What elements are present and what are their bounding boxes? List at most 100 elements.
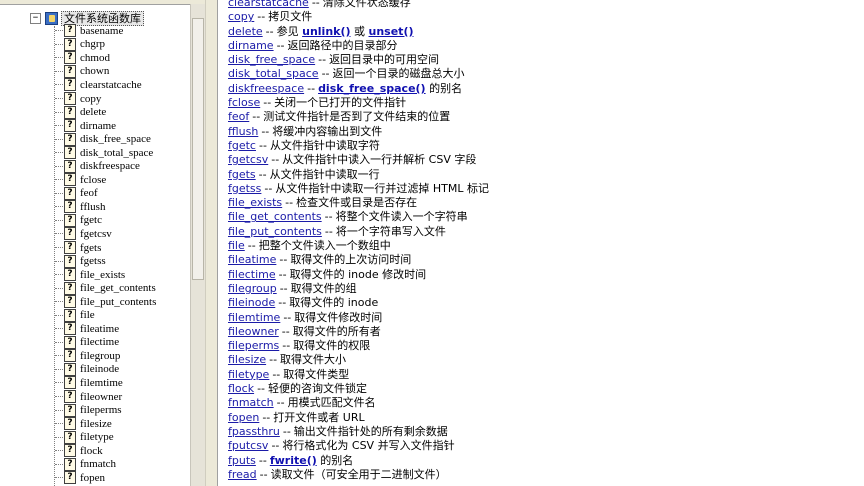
tree-item-label[interactable]: file_get_contents — [80, 282, 156, 294]
tree-item[interactable]: ? fflush — [55, 200, 156, 214]
function-link[interactable]: file — [228, 239, 245, 252]
function-link[interactable]: fileatime — [228, 253, 276, 266]
tree-item-label[interactable]: file — [80, 309, 95, 321]
tree-item[interactable]: ? chmod — [55, 51, 156, 65]
tree-item-label[interactable]: disk_free_space — [80, 133, 151, 145]
tree-item-label[interactable]: file_exists — [80, 269, 125, 281]
related-function-link[interactable]: disk_free_space() — [318, 82, 426, 95]
tree-item-label[interactable]: filetype — [80, 431, 114, 443]
function-link[interactable]: copy — [228, 10, 254, 23]
function-link[interactable]: disk_total_space — [228, 67, 319, 80]
tree-item[interactable]: ? fgetcsv — [55, 227, 156, 241]
tree-item[interactable]: ? disk_total_space — [55, 146, 156, 160]
tree-item-label[interactable]: diskfreespace — [80, 160, 140, 172]
function-link[interactable]: fileperms — [228, 339, 279, 352]
tree-item-label[interactable]: file_put_contents — [80, 296, 156, 308]
tree-item[interactable]: ? filectime — [55, 335, 156, 350]
function-link[interactable]: flock — [228, 382, 254, 395]
function-link[interactable]: filegroup — [228, 282, 277, 295]
tree-item-label[interactable]: fgetss — [80, 255, 106, 267]
related-function-link[interactable]: unlink() — [302, 25, 350, 38]
tree-item[interactable]: ? fgets — [55, 241, 156, 255]
tree-item[interactable]: ? copy — [55, 92, 156, 106]
function-link[interactable]: disk_free_space — [228, 53, 315, 66]
function-link[interactable]: diskfreespace — [228, 82, 304, 95]
tree-item-label[interactable]: clearstatcache — [80, 79, 142, 91]
tree-item-label[interactable]: fileowner — [80, 391, 122, 403]
tree-item-label[interactable]: basename — [80, 25, 123, 37]
tree-item-label[interactable]: fgets — [80, 242, 101, 254]
tree-item-label[interactable]: chgrp — [80, 38, 105, 50]
tree-item-label[interactable]: fileatime — [80, 323, 119, 335]
function-link[interactable]: filemtime — [228, 311, 280, 324]
tree-item[interactable]: ? chown — [55, 64, 156, 79]
function-link[interactable]: fclose — [228, 96, 260, 109]
tree-item[interactable]: ? fileperms — [55, 403, 156, 417]
function-link[interactable]: fpassthru — [228, 425, 280, 438]
tree-item[interactable]: ? fnmatch — [55, 457, 156, 472]
tree-item[interactable]: ? delete — [55, 105, 156, 119]
tree-item-label[interactable]: filesize — [80, 418, 112, 430]
tree-item-label[interactable]: copy — [80, 93, 101, 105]
tree-item[interactable]: ? flock — [55, 444, 156, 458]
tree-item[interactable]: ? dirname — [55, 119, 156, 133]
tree-item[interactable]: ? filetype — [55, 430, 156, 444]
function-link[interactable]: fgetc — [228, 139, 256, 152]
tree-item-label[interactable]: fgetc — [80, 214, 102, 226]
function-link[interactable]: filectime — [228, 268, 276, 281]
tree-item[interactable]: ? fgetss — [55, 254, 156, 268]
function-link[interactable]: clearstatcache — [228, 0, 309, 9]
tree-item[interactable]: ? filesize — [55, 417, 156, 431]
function-link[interactable]: fputs — [228, 454, 256, 467]
tree-item-label[interactable]: feof — [80, 187, 98, 199]
tree-item[interactable]: ? file_put_contents — [55, 295, 156, 309]
function-link[interactable]: delete — [228, 25, 263, 38]
tree-item[interactable]: ? clearstatcache — [55, 78, 156, 92]
function-link[interactable]: fgetss — [228, 182, 261, 195]
tree-item[interactable]: ? diskfreespace — [55, 159, 156, 173]
tree-item[interactable]: ? fclose — [55, 173, 156, 187]
tree-item[interactable]: ? filemtime — [55, 376, 156, 390]
tree-item[interactable]: ? fgetc — [55, 213, 156, 228]
collapse-icon[interactable]: − — [30, 12, 41, 24]
function-link[interactable]: fflush — [228, 125, 258, 138]
tree-item[interactable]: ? chgrp — [55, 37, 156, 52]
pane-splitter[interactable] — [205, 0, 218, 486]
function-link[interactable]: fnmatch — [228, 396, 274, 409]
function-link[interactable]: dirname — [228, 39, 274, 52]
related-function-link[interactable]: fwrite() — [270, 454, 317, 467]
tree-item[interactable]: ? basename — [55, 24, 156, 38]
toc-scrollbar[interactable] — [190, 4, 205, 486]
tree-item-label[interactable]: filemtime — [80, 377, 123, 389]
tree-item-label[interactable]: delete — [80, 106, 106, 118]
function-link[interactable]: fopen — [228, 411, 259, 424]
tree-item[interactable]: ? feof — [55, 186, 156, 201]
function-link[interactable]: fgetcsv — [228, 153, 268, 166]
tree-item-label[interactable]: fflush — [80, 201, 105, 213]
tree-item-label[interactable]: filectime — [80, 336, 119, 348]
tree-item-label[interactable]: dirname — [80, 120, 116, 132]
tree-item-label[interactable]: flock — [80, 445, 103, 457]
tree-item[interactable]: ? file — [55, 308, 156, 322]
toc-scrollbar-thumb[interactable] — [192, 18, 204, 280]
tree-item[interactable]: ? fileatime — [55, 322, 156, 336]
function-link[interactable]: fputcsv — [228, 439, 268, 452]
tree-item-label[interactable]: fclose — [80, 174, 106, 186]
tree-item[interactable]: ? filegroup — [55, 349, 156, 363]
function-link[interactable]: fileowner — [228, 325, 279, 338]
related-function-link[interactable]: unset() — [369, 25, 414, 38]
tree-item[interactable]: ? file_get_contents — [55, 281, 156, 295]
function-link[interactable]: filetype — [228, 368, 269, 381]
tree-item-label[interactable]: fgetcsv — [80, 228, 112, 240]
tree-item-label[interactable]: fileperms — [80, 404, 122, 416]
tree-item-label[interactable]: filegroup — [80, 350, 120, 362]
function-link[interactable]: file_get_contents — [228, 210, 322, 223]
tree-item-label[interactable]: disk_total_space — [80, 147, 153, 159]
function-link[interactable]: fread — [228, 468, 257, 481]
function-link[interactable]: file_exists — [228, 196, 282, 209]
tree-item-label[interactable]: chown — [80, 65, 109, 77]
function-link[interactable]: fileinode — [228, 296, 275, 309]
function-link[interactable]: filesize — [228, 353, 266, 366]
tree-item[interactable]: ? disk_free_space — [55, 132, 156, 146]
tree-item-label[interactable]: fileinode — [80, 363, 119, 375]
